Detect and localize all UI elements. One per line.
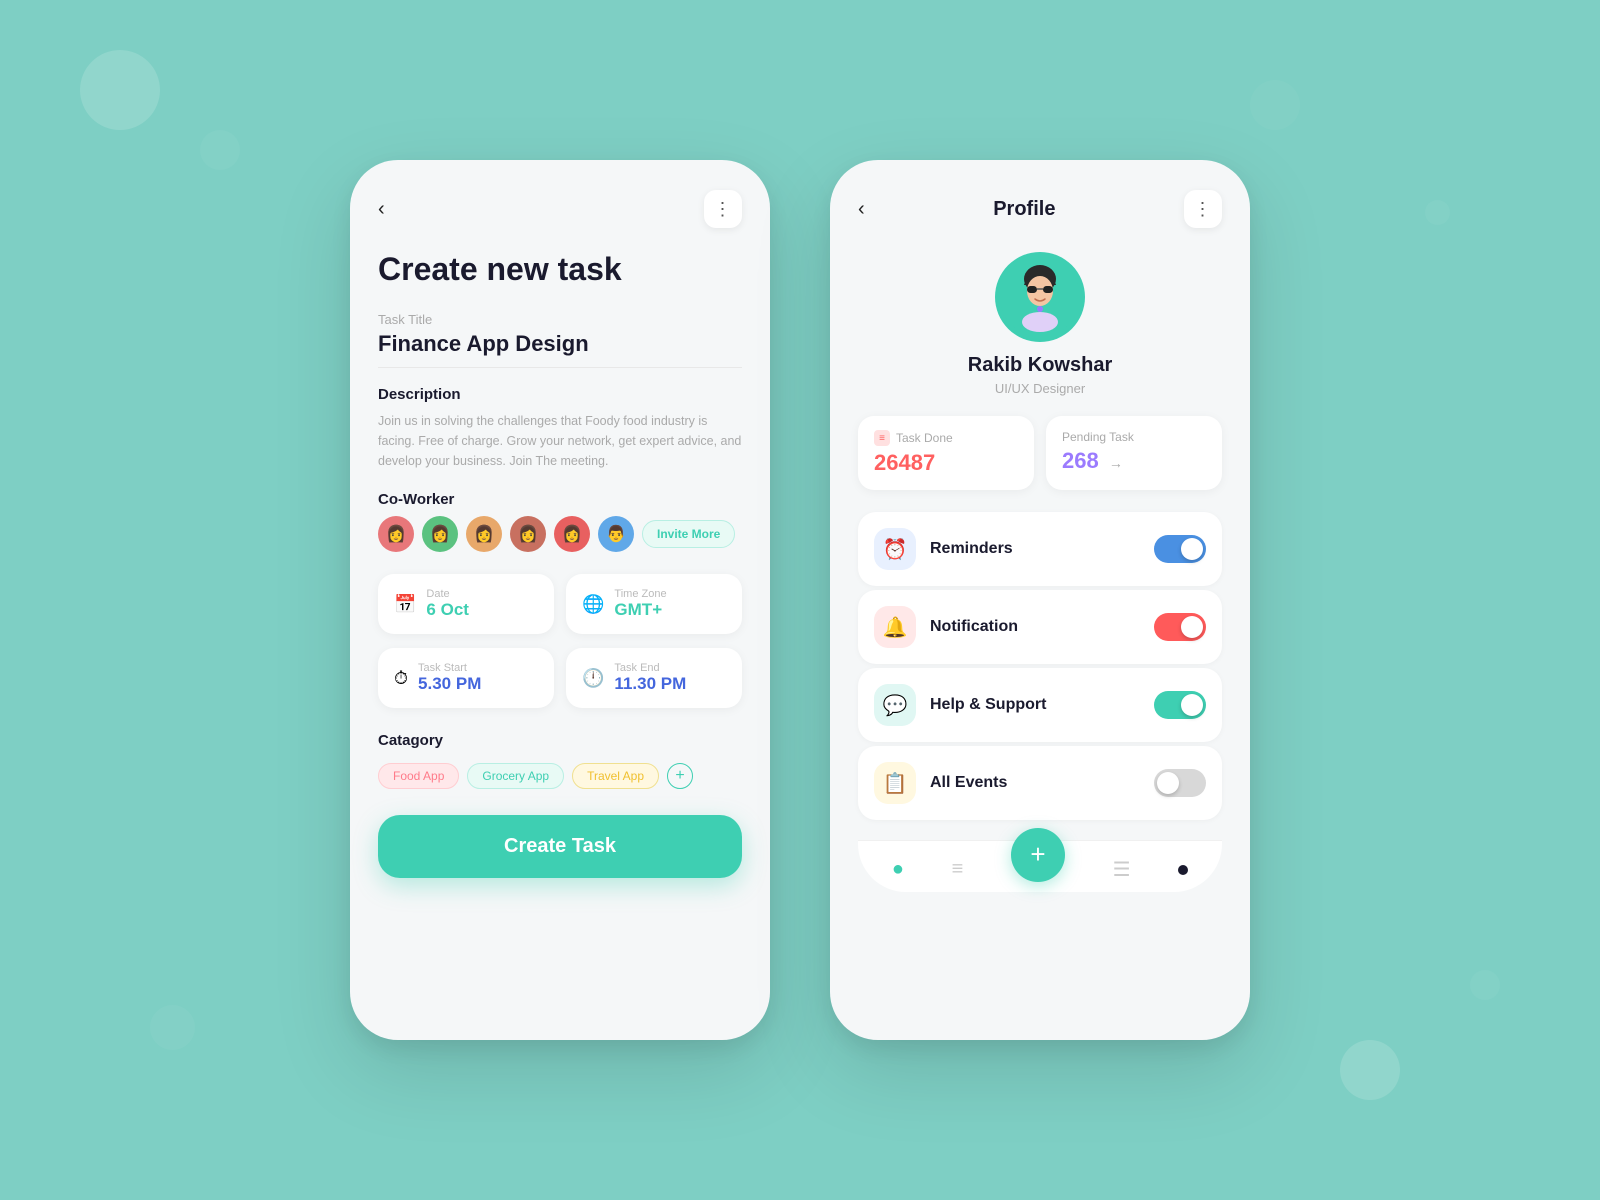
profile-header: ‹ Profile ⋮	[858, 190, 1222, 228]
all-events-label: All Events	[930, 774, 1140, 792]
profile-phone: ‹ Profile ⋮	[830, 160, 1250, 1040]
nav-fab-button[interactable]: +	[1011, 828, 1065, 882]
user-avatar	[995, 252, 1085, 342]
avatar-2[interactable]: 👩	[422, 516, 458, 552]
add-category-button[interactable]: +	[667, 763, 693, 789]
avatar-1[interactable]: 👩	[378, 516, 414, 552]
reminders-row: ⏰ Reminders	[858, 512, 1222, 586]
reminders-icon-wrap: ⏰	[874, 528, 916, 570]
more-options-button[interactable]: ⋮	[704, 190, 742, 228]
user-role: UI/UX Designer	[995, 381, 1085, 396]
task-end-label: Task End	[614, 662, 686, 674]
description-label: Description	[378, 386, 742, 403]
back-button[interactable]: ‹	[378, 198, 385, 221]
nav-menu-icon[interactable]: ☰	[1113, 857, 1131, 882]
reminders-toggle[interactable]	[1154, 535, 1206, 563]
page-title: Create new task	[378, 250, 742, 288]
help-support-label: Help & Support	[930, 696, 1140, 714]
reminders-icon: ⏰	[883, 537, 908, 562]
task-done-value: 26487	[874, 450, 1018, 476]
task-done-label: ≡ Task Done	[874, 430, 1018, 446]
left-phone-header: ‹ ⋮	[378, 190, 742, 228]
nav-home-icon[interactable]: ●	[892, 858, 904, 881]
nav-dot-icon[interactable]	[1178, 865, 1188, 875]
task-start-icon: ⏱	[394, 668, 408, 689]
coworker-label: Co-Worker	[378, 491, 742, 508]
bottom-nav: ● ≡ + ☰	[858, 840, 1222, 892]
reminders-label: Reminders	[930, 540, 1140, 558]
category-food-app[interactable]: Food App	[378, 763, 459, 789]
coworker-row: 👩 👩 👩 👩 👩 👨 Invite More	[378, 516, 742, 552]
settings-list: ⏰ Reminders 🔔 Notification	[858, 512, 1222, 820]
help-support-toggle[interactable]	[1154, 691, 1206, 719]
task-end-icon: 🕛	[582, 668, 604, 689]
category-travel-app[interactable]: Travel App	[572, 763, 659, 789]
notification-icon: 🔔	[883, 615, 908, 640]
task-title-value: Finance App Design	[378, 331, 742, 368]
timezone-card[interactable]: 🌐 Time Zone GMT+	[566, 574, 742, 634]
phones-container: ‹ ⋮ Create new task Task Title Finance A…	[350, 160, 1250, 1040]
category-grocery-app[interactable]: Grocery App	[467, 763, 564, 789]
pending-arrow: →	[1109, 455, 1123, 471]
time-grid: ⏱ Task Start 5.30 PM 🕛 Task End 11.30 PM	[378, 648, 742, 708]
avatar-5[interactable]: 👩	[554, 516, 590, 552]
stats-row: ≡ Task Done 26487 Pending Task 268 →	[858, 416, 1222, 490]
avatar-container: Rakib Kowshar UI/UX Designer	[858, 252, 1222, 396]
help-support-row: 💬 Help & Support	[858, 668, 1222, 742]
timezone-label: Time Zone	[614, 588, 666, 600]
notification-icon-wrap: 🔔	[874, 606, 916, 648]
pending-task-card[interactable]: Pending Task 268 →	[1046, 416, 1222, 490]
notification-toggle[interactable]	[1154, 613, 1206, 641]
profile-more-options-button[interactable]: ⋮	[1184, 190, 1222, 228]
nav-list-icon[interactable]: ≡	[952, 858, 964, 881]
timezone-icon: 🌐	[582, 594, 604, 615]
task-start-card[interactable]: ⏱ Task Start 5.30 PM	[378, 648, 554, 708]
task-title-label: Task Title	[378, 312, 742, 327]
category-row: Food App Grocery App Travel App +	[378, 763, 742, 789]
pending-task-label: Pending Task	[1062, 430, 1206, 444]
all-events-toggle[interactable]	[1154, 769, 1206, 797]
help-support-icon-wrap: 💬	[874, 684, 916, 726]
create-task-phone: ‹ ⋮ Create new task Task Title Finance A…	[350, 160, 770, 1040]
all-events-icon: 📋	[883, 771, 908, 796]
date-icon: 📅	[394, 594, 416, 615]
date-label: Date	[426, 588, 469, 600]
avatar-6[interactable]: 👨	[598, 516, 634, 552]
task-done-card[interactable]: ≡ Task Done 26487	[858, 416, 1034, 490]
timezone-value: GMT+	[614, 600, 666, 620]
profile-title: Profile	[865, 198, 1184, 221]
task-end-card[interactable]: 🕛 Task End 11.30 PM	[566, 648, 742, 708]
avatar-3[interactable]: 👩	[466, 516, 502, 552]
date-value: 6 Oct	[426, 600, 469, 620]
all-events-row: 📋 All Events	[858, 746, 1222, 820]
category-label: Catagory	[378, 732, 742, 749]
all-events-icon-wrap: 📋	[874, 762, 916, 804]
invite-more-button[interactable]: Invite More	[642, 520, 735, 548]
notification-label: Notification	[930, 618, 1140, 636]
task-end-value: 11.30 PM	[614, 674, 686, 694]
notification-row: 🔔 Notification	[858, 590, 1222, 664]
profile-back-button[interactable]: ‹	[858, 198, 865, 221]
pending-task-value: 268 →	[1062, 448, 1206, 474]
task-done-icon: ≡	[874, 430, 890, 446]
help-support-icon: 💬	[883, 693, 908, 718]
task-start-value: 5.30 PM	[418, 674, 481, 694]
avatar-4[interactable]: 👩	[510, 516, 546, 552]
description-text: Join us in solving the challenges that F…	[378, 411, 742, 471]
user-name: Rakib Kowshar	[968, 354, 1112, 377]
date-timezone-grid: 📅 Date 6 Oct 🌐 Time Zone GMT+	[378, 574, 742, 634]
date-card[interactable]: 📅 Date 6 Oct	[378, 574, 554, 634]
create-task-button[interactable]: Create Task	[378, 815, 742, 878]
task-start-label: Task Start	[418, 662, 481, 674]
